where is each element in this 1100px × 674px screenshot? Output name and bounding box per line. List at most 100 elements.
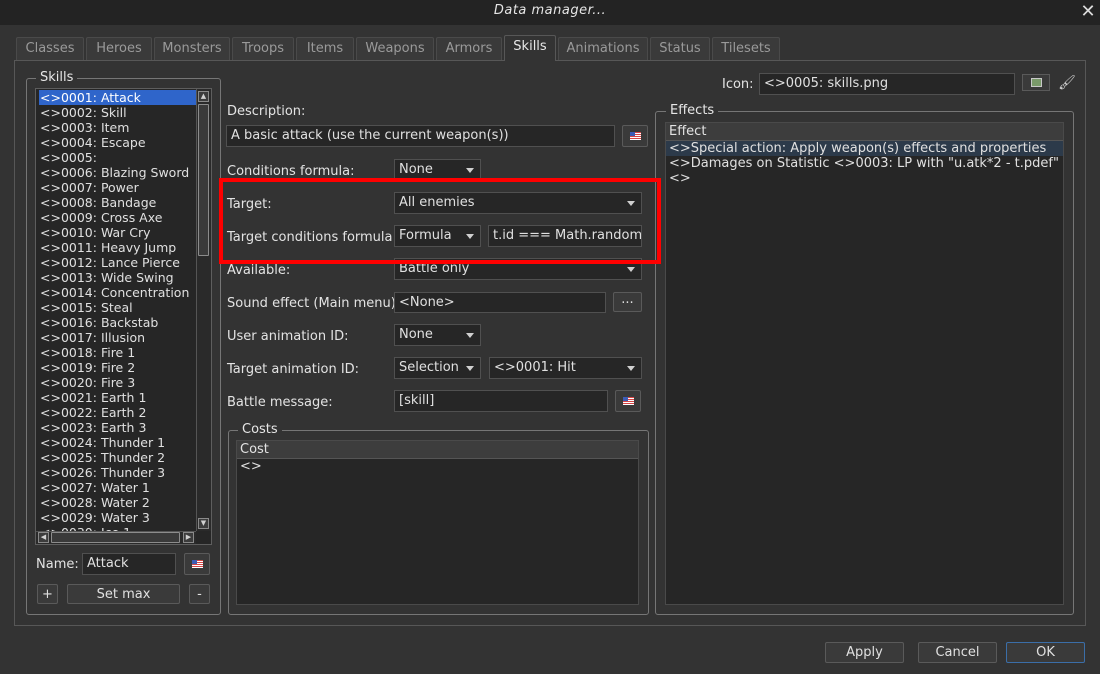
scroll-right-icon[interactable]: ▶ <box>183 532 194 543</box>
conditions-value: None <box>399 162 433 177</box>
tab-tilesets[interactable]: Tilesets <box>712 37 780 60</box>
target-animation-kind: Selection <box>399 360 459 375</box>
cancel-button[interactable]: Cancel <box>918 642 997 663</box>
skill-list-item[interactable]: <>0005: <box>39 150 97 165</box>
close-icon[interactable]: ✕ <box>1078 2 1098 22</box>
effects-legend: Effects <box>666 103 719 118</box>
skill-list-item[interactable]: <>0007: Power <box>39 180 139 195</box>
skill-list-item[interactable]: <>0026: Thunder 3 <box>39 465 165 480</box>
icon-picker-button[interactable] <box>1022 74 1050 91</box>
add-skill-button[interactable]: + <box>37 584 58 604</box>
available-label: Available: <box>227 263 291 278</box>
costs-legend: Costs <box>238 422 282 437</box>
chevron-down-icon <box>466 366 474 371</box>
description-label: Description: <box>227 104 306 119</box>
skill-list-item[interactable]: <>0025: Thunder 2 <box>39 450 165 465</box>
chevron-down-icon <box>627 267 635 272</box>
tab-weapons[interactable]: Weapons <box>356 37 434 60</box>
name-label: Name: <box>36 557 79 572</box>
target-animation-combo[interactable]: <>0001: Hit <box>489 357 642 379</box>
flag-icon <box>192 560 203 568</box>
skill-list-item[interactable]: <>0020: Fire 3 <box>39 375 135 390</box>
flag-icon <box>623 397 634 405</box>
skill-list-item[interactable]: <>0029: Water 3 <box>39 510 150 525</box>
skill-list-item[interactable]: <>0023: Earth 3 <box>39 420 146 435</box>
tab-items[interactable]: Items <box>296 37 354 60</box>
battle-message-label: Battle message: <box>227 395 333 410</box>
costs-column-header: Cost <box>237 441 638 459</box>
name-field[interactable]: Attack <box>82 553 176 575</box>
skill-list-item[interactable]: <>0017: Illusion <box>39 330 145 345</box>
effects-row[interactable]: <>Special action: Apply weapon(s) effect… <box>666 141 1063 156</box>
sound-effect-field[interactable]: <None> <box>394 292 606 313</box>
tab-classes[interactable]: Classes <box>16 37 84 60</box>
skill-list-item[interactable]: <>0024: Thunder 1 <box>39 435 165 450</box>
name-translate-button[interactable] <box>184 553 210 575</box>
effects-table[interactable]: Effect <>Special action: Apply weapon(s)… <box>665 122 1064 605</box>
hscroll-thumb[interactable] <box>51 532 180 543</box>
skill-list-item[interactable]: <>0011: Heavy Jump <box>39 240 176 255</box>
tab-troops[interactable]: Troops <box>232 37 294 60</box>
skill-list-item[interactable]: <>0018: Fire 1 <box>39 345 135 360</box>
skills-legend: Skills <box>36 70 78 85</box>
tab-armors[interactable]: Armors <box>436 37 502 60</box>
tab-animations[interactable]: Animations <box>558 37 648 60</box>
skill-list-item[interactable]: <>0022: Earth 2 <box>39 405 146 420</box>
sound-effect-label: Sound effect (Main menu): <box>227 296 401 311</box>
skill-list-item[interactable]: <>0028: Water 2 <box>39 495 150 510</box>
costs-row[interactable]: <> <box>237 459 638 474</box>
effects-column-header: Effect <box>666 123 1063 141</box>
skill-list-item[interactable]: <>0015: Steal <box>39 300 133 315</box>
flag-icon <box>630 132 641 140</box>
remove-skill-button[interactable]: - <box>189 584 210 604</box>
skill-list-item[interactable]: <>0021: Earth 1 <box>39 390 146 405</box>
skill-list-item[interactable]: <>0002: Skill <box>39 105 127 120</box>
scroll-down-icon[interactable]: ▼ <box>198 518 209 529</box>
skill-list-item[interactable]: <>0006: Blazing Sword <box>39 165 189 180</box>
chevron-down-icon <box>466 168 474 173</box>
skill-list-item[interactable]: <>0008: Bandage <box>39 195 156 210</box>
tab-status[interactable]: Status <box>650 37 710 60</box>
set-max-button[interactable]: Set max <box>67 584 180 604</box>
target-animation-label: Target animation ID: <box>227 362 360 377</box>
ok-button[interactable]: OK <box>1006 642 1085 663</box>
skill-list-item[interactable]: <>0014: Concentration <box>39 285 189 300</box>
skill-list-item[interactable]: <>0004: Escape <box>39 135 146 150</box>
sound-effect-browse-button[interactable]: ... <box>613 292 642 312</box>
effects-row[interactable]: <>Damages on Statistic <>0003: LP with "… <box>666 156 1063 171</box>
skill-list-item[interactable]: <>0012: Lance Pierce <box>39 255 180 270</box>
scroll-left-icon[interactable]: ◀ <box>38 532 49 543</box>
scroll-thumb[interactable] <box>198 104 209 256</box>
skill-list-item[interactable]: <>0010: War Cry <box>39 225 151 240</box>
effects-row[interactable]: <> <box>666 171 1063 186</box>
skill-list-item[interactable]: <>0013: Wide Swing <box>39 270 174 285</box>
conditions-label: Conditions formula: <box>227 164 355 179</box>
user-animation-value: None <box>399 327 433 342</box>
costs-table[interactable]: Cost <> <box>236 440 639 605</box>
skill-list-item[interactable]: <>0001: Attack <box>39 90 196 105</box>
image-icon <box>1031 78 1042 87</box>
icon-field[interactable]: <>0005: skills.png <box>759 73 1015 95</box>
chevron-down-icon <box>627 366 635 371</box>
description-translate-button[interactable] <box>622 125 648 147</box>
skill-list-item[interactable]: <>0019: Fire 2 <box>39 360 135 375</box>
battle-message-field[interactable]: [skill] <box>394 390 608 412</box>
skill-list-item[interactable]: <>0027: Water 1 <box>39 480 150 495</box>
scroll-up-icon[interactable]: ▲ <box>198 91 209 102</box>
tab-skills[interactable]: Skills <box>504 35 556 61</box>
tab-monsters[interactable]: Monsters <box>154 37 230 60</box>
user-animation-label: User animation ID: <box>227 329 349 344</box>
chevron-down-icon <box>466 333 474 338</box>
tab-heroes[interactable]: Heroes <box>86 37 152 60</box>
skill-list-item[interactable]: <>0009: Cross Axe <box>39 210 162 225</box>
window-title: Data manager... <box>493 3 607 18</box>
skills-list[interactable]: <>0001: Attack <>0002: Skill <>0003: Item <… <box>35 88 212 545</box>
target-animation-kind-combo[interactable]: Selection <box>394 357 481 379</box>
description-field[interactable]: A basic attack (use the current weapon(s… <box>226 125 615 147</box>
brush-icon[interactable]: 🖌 <box>1058 74 1076 92</box>
skill-list-item[interactable]: <>0016: Backstab <box>39 315 158 330</box>
battle-message-translate-button[interactable] <box>615 390 641 412</box>
user-animation-combo[interactable]: None <box>394 324 481 346</box>
apply-button[interactable]: Apply <box>825 642 904 663</box>
skill-list-item[interactable]: <>0003: Item <box>39 120 129 135</box>
